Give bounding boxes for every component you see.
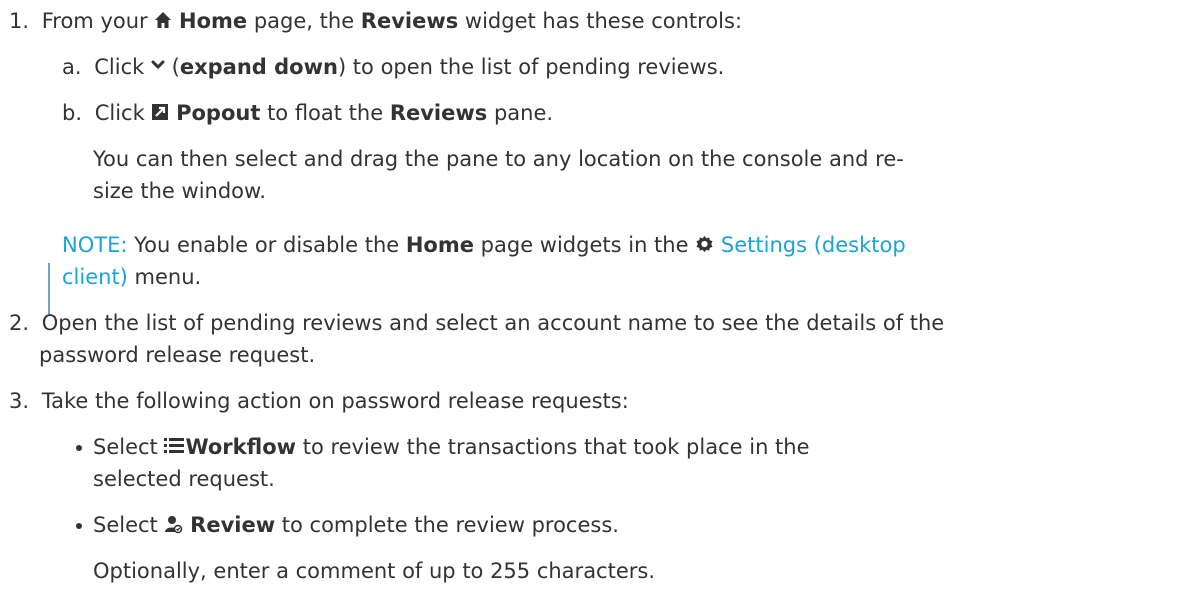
step-number: 1.	[9, 9, 30, 33]
step-text: widget has these controls:	[458, 9, 743, 33]
bullet-1-line2: selected request.	[93, 467, 275, 491]
step-number: 2.	[9, 311, 30, 335]
step-text: From your	[41, 9, 155, 33]
substep-text: Click	[94, 55, 151, 79]
note-label: NOTE:	[62, 233, 128, 257]
bullet-text: Select	[93, 435, 165, 459]
step-text: Take the following action on password re…	[41, 389, 629, 413]
expand-down-label: expand down	[179, 55, 338, 79]
substep-a-line: a. Click (expand down) to open the list …	[62, 52, 724, 82]
bullet-text: Select	[93, 513, 165, 537]
popout-icon	[152, 104, 169, 120]
step-2-line1: 2. Open the list of pending reviews and …	[9, 308, 944, 338]
gear-icon	[696, 235, 713, 252]
home-label: Home	[405, 233, 474, 257]
bullet-2-para: Optionally, enter a comment of up to 255…	[93, 559, 656, 583]
settings-link[interactable]: client)	[62, 265, 128, 289]
review-label: Review	[190, 513, 276, 537]
substep-text: pane.	[487, 101, 554, 125]
note-text: You enable or disable the	[127, 233, 406, 257]
substep-text: to float the	[260, 101, 390, 125]
step-1-line: 1. From your Home page, the Reviews widg…	[9, 6, 742, 36]
step-text: Open the list of pending reviews and sel…	[41, 311, 945, 335]
step-3-line1: 3. Take the following action on password…	[9, 386, 629, 416]
reviewer-icon	[165, 515, 183, 533]
note-line1: NOTE: You enable or disable the Home pag…	[62, 230, 906, 260]
bullet-text: to review the transactions that took pla…	[296, 435, 810, 459]
substep-text: ) to open the list of pending reviews.	[337, 55, 725, 79]
note-text: menu.	[127, 265, 202, 289]
substep-b-para-line2: size the window.	[93, 179, 266, 203]
bullet-1-line1: Select Workflow to review the transactio…	[93, 432, 810, 462]
substep-letter: a.	[62, 55, 82, 79]
note-line2: client) menu.	[62, 262, 201, 292]
list-icon	[164, 438, 185, 453]
step-number: 3.	[9, 389, 30, 413]
substep-text: (	[164, 55, 180, 79]
settings-link[interactable]: Settings (desktop	[721, 233, 906, 257]
home-icon	[155, 12, 172, 28]
reviews-label: Reviews	[389, 101, 488, 125]
substep-b-line: b. Click Popout to float the Reviews pan…	[62, 98, 553, 128]
step-text: page, the	[247, 9, 361, 33]
note-text: page widgets in the	[474, 233, 696, 257]
bullet-2-line1: Select Review to complete the review pro…	[93, 510, 619, 540]
reviews-label: Reviews	[360, 9, 459, 33]
step-2-line2: password release request.	[39, 343, 316, 367]
chevron-down-icon	[151, 60, 165, 70]
bullet	[76, 445, 82, 451]
substep-b-para-line1: You can then select and drag the pane to…	[93, 147, 904, 171]
substep-text: Click	[94, 101, 152, 125]
home-label: Home	[179, 9, 248, 33]
bullet-text: to complete the review process.	[275, 513, 619, 537]
substep-letter: b.	[62, 101, 83, 125]
workflow-label: Workflow	[185, 435, 297, 459]
popout-label: Popout	[176, 101, 261, 125]
bullet	[76, 523, 82, 529]
